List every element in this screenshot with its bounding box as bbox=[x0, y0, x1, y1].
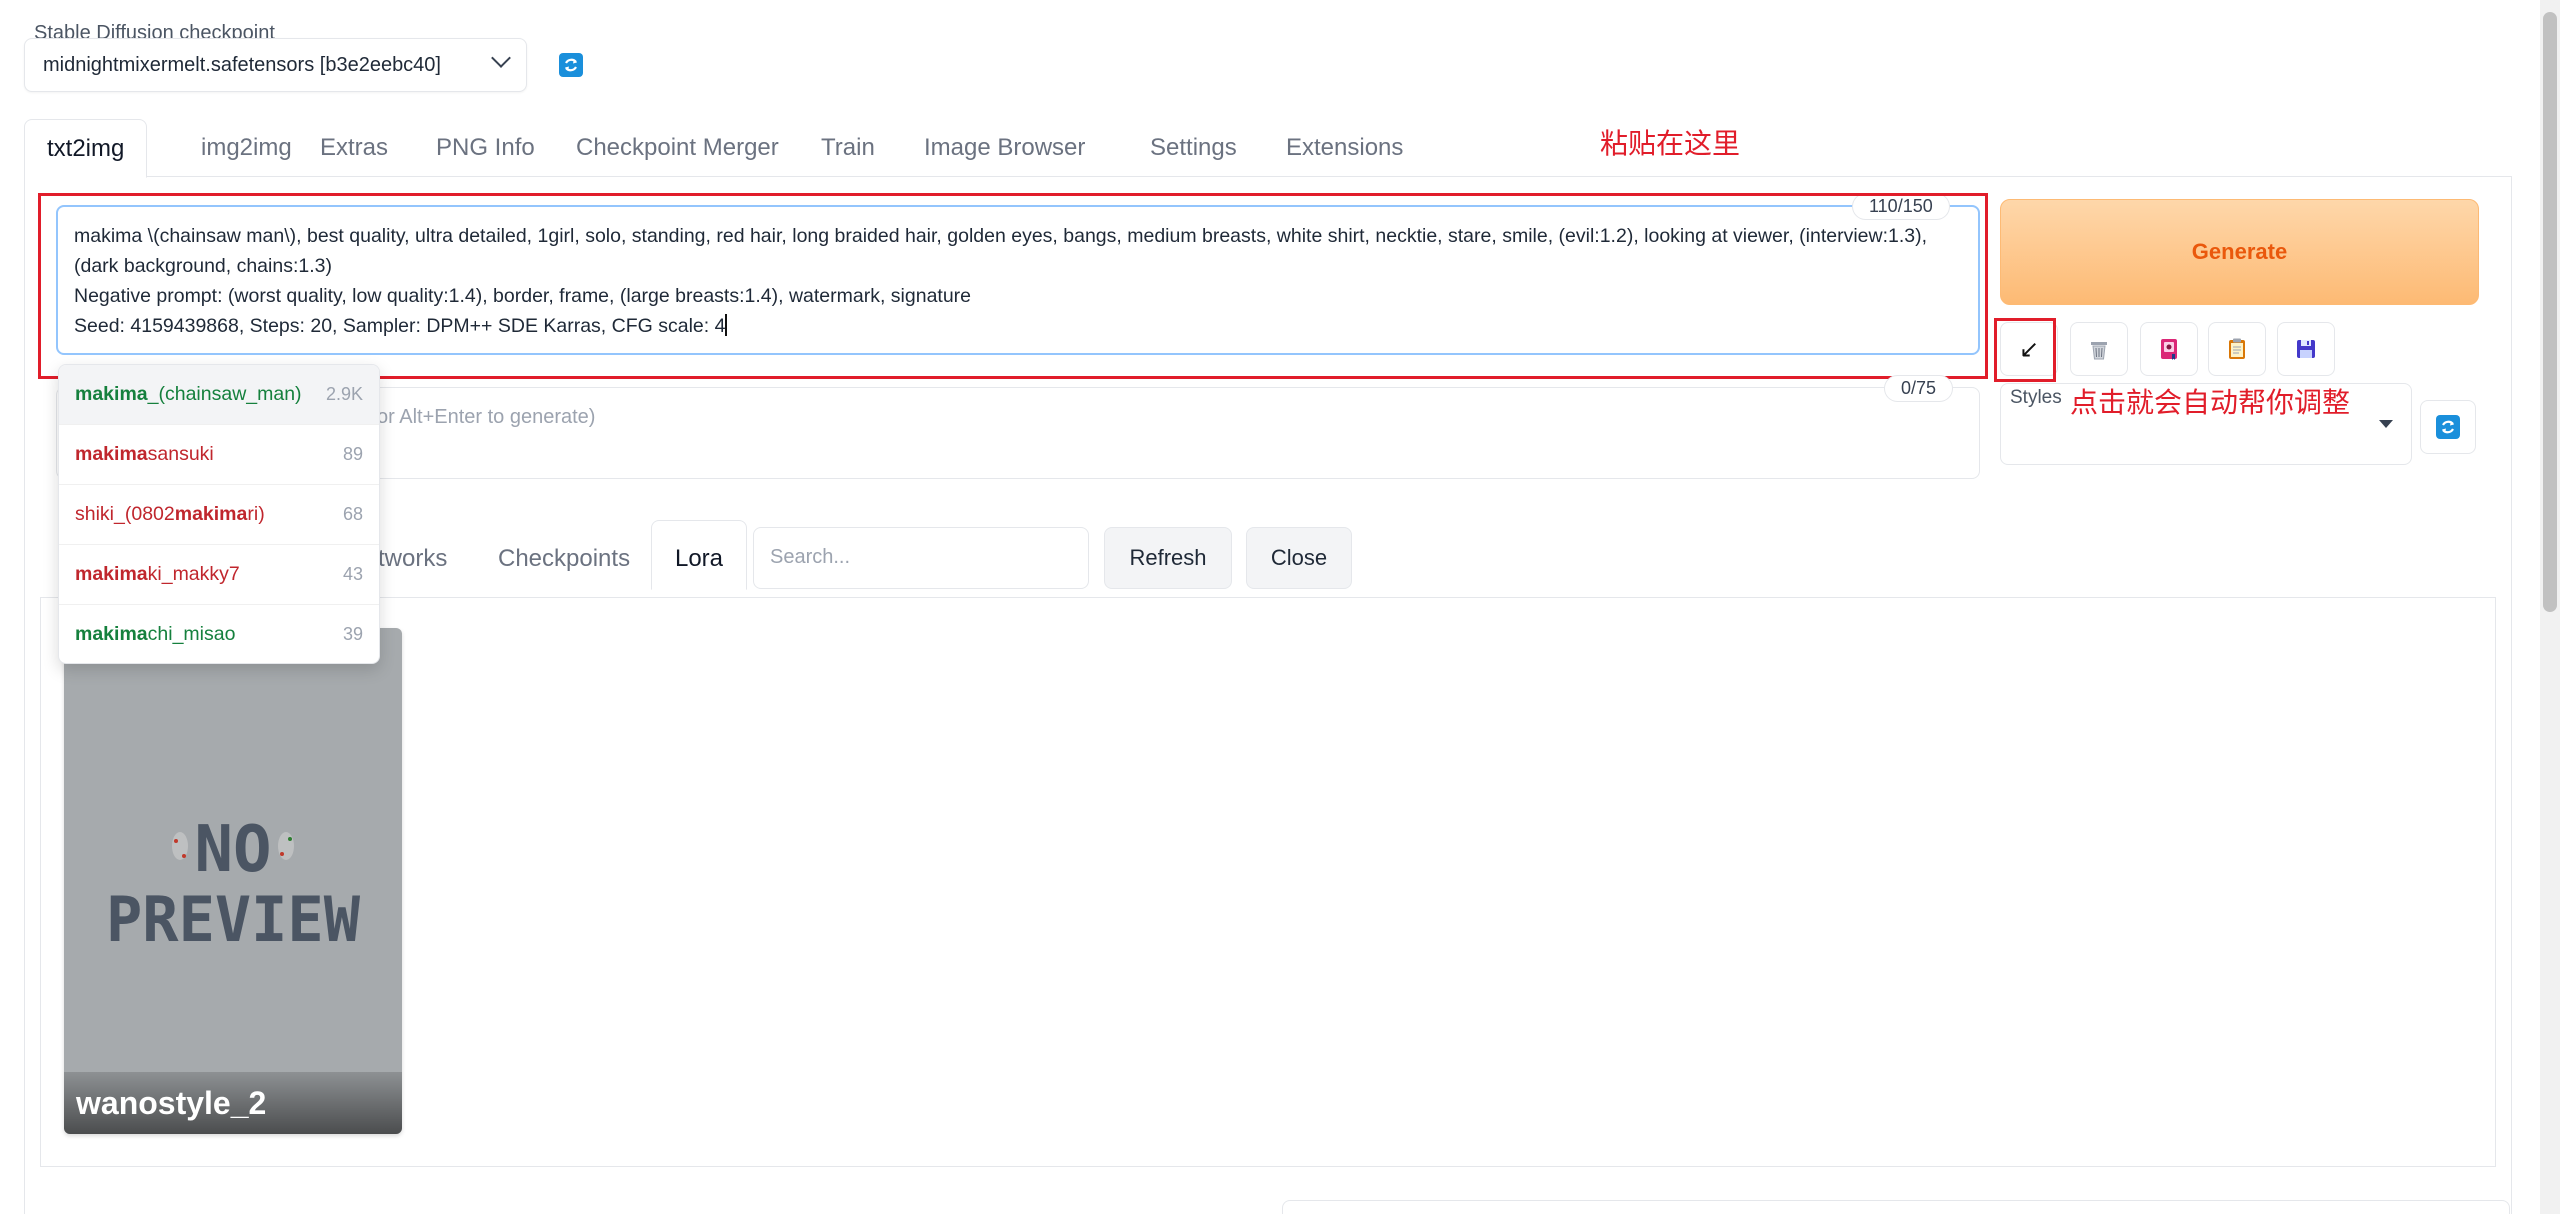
lora-card[interactable]: NO PREVIEW wanostyle_2 bbox=[64, 628, 402, 1134]
tab-settings[interactable]: Settings bbox=[1128, 119, 1259, 177]
close-networks-button[interactable]: Close bbox=[1246, 527, 1352, 589]
tab-png-info[interactable]: PNG Info bbox=[414, 119, 557, 177]
autocomplete-tag: makimachi_misao bbox=[75, 623, 236, 645]
autocomplete-item[interactable]: makimasansuki 89 bbox=[59, 425, 379, 485]
card-title-bar: wanostyle_2 bbox=[64, 1072, 402, 1134]
annotation-paste-here: 粘贴在这里 bbox=[1600, 128, 1741, 159]
no-preview-line-2: PREVIEW bbox=[106, 883, 361, 956]
lora-card-title: wanostyle_2 bbox=[76, 1085, 267, 1121]
no-preview-line-1: NO bbox=[194, 813, 271, 887]
save-style-button[interactable] bbox=[2277, 322, 2335, 376]
caret-down-icon bbox=[2379, 420, 2393, 428]
tab-lora[interactable]: Lora bbox=[651, 520, 747, 590]
tab-train[interactable]: Train bbox=[799, 119, 897, 177]
checkpoint-select[interactable]: midnightmixermelt.safetensors [b3e2eebc4… bbox=[24, 38, 527, 92]
annotation-box-prompt bbox=[38, 193, 1988, 379]
negative-token-counter: 0/75 bbox=[1884, 375, 1954, 402]
apply-style-button[interactable] bbox=[2208, 322, 2266, 376]
clipboard-icon bbox=[2229, 338, 2245, 359]
no-preview-image: NO PREVIEW bbox=[106, 813, 361, 956]
extra-networks-button[interactable] bbox=[2140, 322, 2198, 376]
tab-txt2img[interactable]: txt2img bbox=[24, 119, 148, 178]
tab-extensions[interactable]: Extensions bbox=[1264, 119, 1425, 177]
autocomplete-tag: shiki_(0802makimari) bbox=[75, 503, 265, 525]
clear-prompt-button[interactable] bbox=[2070, 322, 2128, 376]
tab-img2img[interactable]: img2img bbox=[179, 119, 314, 177]
autocomplete-item[interactable]: makima_(chainsaw_man) 2.9K bbox=[59, 365, 379, 425]
annotation-box-paste-button bbox=[1994, 318, 2056, 382]
tab-textual-inversion[interactable]: tworks bbox=[368, 529, 457, 589]
extra-networks-icon bbox=[2161, 339, 2177, 360]
chevron-down-icon bbox=[491, 48, 511, 68]
main-tabbar: txt2img img2img Extras PNG Info Checkpoi… bbox=[24, 119, 2512, 178]
scrollbar-thumb[interactable] bbox=[2543, 12, 2557, 612]
lora-cards-panel bbox=[40, 597, 2496, 1167]
tab-extras[interactable]: Extras bbox=[298, 119, 410, 177]
autocomplete-item[interactable]: makimachi_misao 39 bbox=[59, 605, 379, 663]
autocomplete-count: 39 bbox=[342, 624, 363, 644]
styles-label: Styles bbox=[2010, 387, 2062, 408]
tab-checkpoint-merger[interactable]: Checkpoint Merger bbox=[554, 119, 801, 177]
tab-image-browser[interactable]: Image Browser bbox=[902, 119, 1107, 177]
generate-button[interactable]: Generate bbox=[2000, 199, 2479, 305]
autocomplete-count: 43 bbox=[342, 564, 363, 584]
autocomplete-tag: makimasansuki bbox=[75, 443, 214, 465]
autocomplete-item[interactable]: makimaki_makky7 43 bbox=[59, 545, 379, 605]
trash-icon bbox=[2091, 342, 2107, 360]
autocomplete-popup: makima_(chainsaw_man) 2.9K makimasansuki… bbox=[58, 364, 380, 664]
refresh-networks-button[interactable]: Refresh bbox=[1104, 527, 1232, 589]
autocomplete-count: 89 bbox=[342, 444, 363, 464]
refresh-icon bbox=[2436, 415, 2460, 439]
checkpoint-refresh-button[interactable] bbox=[546, 39, 596, 91]
sampling-panel bbox=[1282, 1200, 2510, 1214]
save-icon bbox=[2297, 340, 2315, 358]
autocomplete-tag: makima_(chainsaw_man) bbox=[75, 383, 302, 405]
refresh-icon bbox=[559, 53, 583, 77]
negative-prompt-placeholder: or Alt+Enter to generate) bbox=[377, 406, 596, 428]
autocomplete-count: 68 bbox=[342, 504, 363, 524]
annotation-click-adjust: 点击就会自动帮你调整 bbox=[2070, 387, 2351, 418]
styles-refresh-button[interactable] bbox=[2420, 400, 2476, 454]
checkpoint-value: midnightmixermelt.safetensors [b3e2eebc4… bbox=[43, 54, 441, 76]
autocomplete-count: 2.9K bbox=[325, 384, 363, 404]
network-search-input[interactable]: Search... bbox=[753, 527, 1089, 589]
autocomplete-item[interactable]: shiki_(0802makimari) 68 bbox=[59, 485, 379, 545]
autocomplete-tag: makimaki_makky7 bbox=[75, 563, 240, 585]
tab-checkpoints[interactable]: Checkpoints bbox=[488, 529, 640, 589]
